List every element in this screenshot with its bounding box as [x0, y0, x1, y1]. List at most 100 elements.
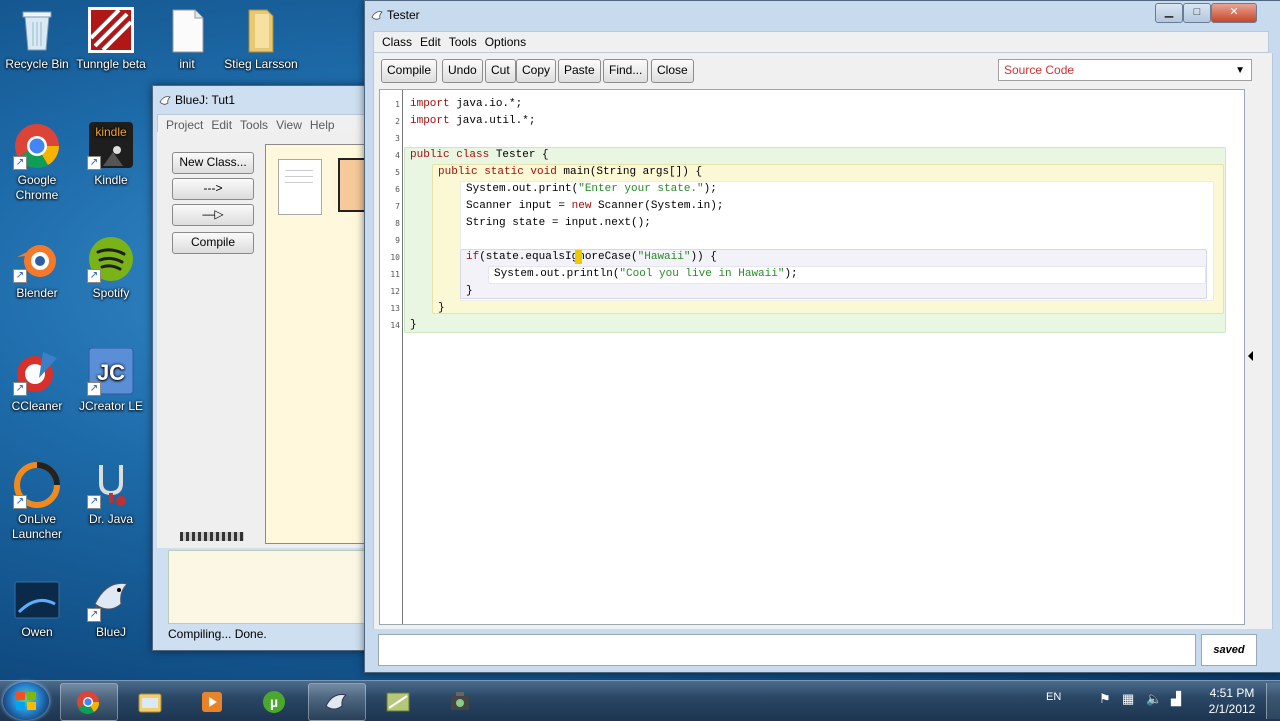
desktop-icon-google-chrome[interactable]: ↗ Google Chrome	[0, 122, 76, 203]
line-number: 12	[390, 287, 400, 296]
minimize-icon: ▁	[1164, 6, 1174, 18]
ccleaner-icon: ↗	[13, 348, 61, 396]
dropdown-arrow-icon: ▼	[1235, 65, 1245, 76]
code-line: public class Tester {	[410, 149, 549, 161]
desktop-icon-blender[interactable]: ↗ Blender	[0, 235, 76, 301]
code-editor[interactable]: 1 2 3 4 5 6 7 8 9 10 11 12 13 14 import …	[379, 89, 1245, 625]
code-keyword: import	[410, 98, 450, 110]
language-indicator[interactable]: EN	[1046, 691, 1061, 703]
taskbar-chrome[interactable]	[60, 683, 118, 721]
taskbar-bluej[interactable]	[308, 683, 366, 721]
menu-options[interactable]: Options	[481, 35, 530, 49]
network-icon[interactable]: ▦	[1122, 691, 1134, 707]
cut-button[interactable]: Cut	[485, 59, 516, 83]
menu-edit[interactable]: Edit	[207, 118, 236, 132]
volume-icon[interactable]: 🔈	[1146, 691, 1162, 707]
desktop-icon-tunngle[interactable]: Tunngle beta	[72, 6, 150, 72]
desktop-icon-label: Blender	[16, 286, 58, 300]
close-window-button[interactable]: ✕	[1211, 3, 1257, 23]
desktop-icon-dr-java[interactable]: ↗ Dr. Java	[72, 461, 150, 527]
line-number: 10	[390, 253, 400, 262]
desktop-icon-onlive-launcher[interactable]: ↗ OnLive Launcher	[0, 461, 76, 542]
paste-button[interactable]: Paste	[558, 59, 601, 83]
menu-view[interactable]: View	[272, 118, 306, 132]
code-line: import java.util.*;	[410, 115, 536, 127]
taskbar-media-player[interactable]	[184, 683, 242, 721]
desktop-icon-recycle-bin[interactable]: Recycle Bin	[0, 6, 76, 72]
folder-icon	[138, 693, 162, 713]
menu-help[interactable]: Help	[306, 118, 339, 132]
progress-indicator	[180, 532, 244, 541]
menu-edit[interactable]: Edit	[416, 35, 445, 49]
show-desktop-button[interactable]	[1266, 683, 1280, 719]
shortcut-arrow-icon: ↗	[87, 269, 101, 283]
taskbar-utorrent[interactable]: µ	[246, 683, 304, 721]
clock-time[interactable]: 4:51 PM	[1206, 686, 1258, 700]
menu-class[interactable]: Class	[378, 35, 416, 49]
copy-button[interactable]: Copy	[516, 59, 557, 83]
taskbar-recorder[interactable]	[432, 683, 490, 721]
bluej-message-area	[168, 550, 366, 624]
clock-date[interactable]: 2/1/2012	[1203, 702, 1261, 716]
minimize-button[interactable]: ▁	[1155, 3, 1183, 23]
document-icon	[163, 6, 211, 54]
taskbar-camtasia[interactable]	[370, 683, 428, 721]
code-line: }	[438, 302, 445, 314]
flag-icon[interactable]: ⚑	[1099, 691, 1111, 707]
desktop-icon-kindle[interactable]: kindle ↗ Kindle	[72, 122, 150, 188]
line-number: 6	[395, 185, 400, 194]
maximize-button[interactable]: □	[1183, 3, 1211, 23]
recycle-bin-icon	[13, 6, 61, 54]
menu-project[interactable]: Project	[162, 118, 207, 132]
line-number: 7	[395, 202, 400, 211]
maximize-icon: □	[1193, 6, 1201, 18]
start-button[interactable]	[3, 682, 49, 720]
desktop-icon-label: init	[179, 57, 195, 71]
undo-button[interactable]: Undo	[442, 59, 483, 83]
editor-toolbar: Compile Undo Cut Copy Paste Find... Clos…	[373, 53, 1273, 89]
media-player-icon	[202, 692, 222, 712]
editor-titlebar[interactable]: Tester ▁ □ ✕	[365, 1, 1280, 29]
collapse-arrow-icon[interactable]	[1248, 351, 1253, 361]
view-select[interactable]: Source Code ▼	[998, 59, 1252, 81]
close-icon: ✕	[1229, 6, 1239, 18]
desktop-icon-init[interactable]: init	[148, 6, 226, 72]
uses-arrow-button[interactable]: --->	[172, 178, 254, 200]
readme-note-icon[interactable]	[278, 159, 322, 215]
shortcut-arrow-icon: ↗	[13, 269, 27, 283]
onlive-icon: ↗	[13, 461, 61, 509]
editor-message-bar	[378, 634, 1196, 666]
jcreator-icon: JC ↗	[87, 347, 135, 396]
desktop-icon-stieg-larsson[interactable]: Stieg Larsson	[222, 6, 300, 72]
menu-tools[interactable]: Tools	[445, 35, 481, 49]
editor-body: 1 2 3 4 5 6 7 8 9 10 11 12 13 14 import …	[373, 89, 1273, 629]
taskbar: µ EN ⚑ ▦ 🔈 ▟ 4:51 PM 2/1/2012	[0, 680, 1280, 721]
find-button[interactable]: Find...	[603, 59, 649, 83]
desktop-icon-label: Kindle	[94, 173, 128, 187]
line-number: 4	[395, 151, 400, 160]
inherit-arrow-button[interactable]: —▷	[172, 204, 254, 226]
signal-icon[interactable]: ▟	[1171, 691, 1181, 707]
desktop-icon-ccleaner[interactable]: ↗ CCleaner	[0, 348, 76, 414]
bluej-titlebar[interactable]: BlueJ: Tut1	[153, 86, 383, 114]
editor-window[interactable]: Tester ▁ □ ✕ Class Edit Tools Options Co…	[364, 0, 1280, 673]
desktop-icon-bluej[interactable]: ↗ BlueJ	[72, 574, 150, 640]
bluej-compile-button[interactable]: Compile	[172, 232, 254, 254]
taskbar-explorer[interactable]	[122, 683, 180, 721]
new-class-button[interactable]: New Class...	[172, 152, 254, 174]
desktop-icon-spotify[interactable]: ↗ Spotify	[72, 235, 150, 301]
code-keyword: import	[410, 115, 450, 127]
recorder-icon	[386, 692, 410, 712]
shortcut-arrow-icon: ↗	[87, 382, 101, 396]
close-button[interactable]: Close	[651, 59, 694, 83]
svg-text:µ: µ	[270, 694, 278, 710]
view-select-value: Source Code	[1004, 63, 1075, 77]
desktop-icon-owen[interactable]: Owen	[0, 574, 76, 640]
desktop-icon-jcreator[interactable]: JC ↗ JCreator LE	[72, 347, 150, 414]
folder-icon	[237, 6, 285, 54]
menu-tools[interactable]: Tools	[236, 118, 272, 132]
line-number: 11	[390, 270, 400, 279]
desktop-icon-label: CCleaner	[11, 399, 63, 413]
desktop-icon-label: OnLive Launcher	[11, 512, 63, 541]
compile-button[interactable]: Compile	[381, 59, 438, 83]
